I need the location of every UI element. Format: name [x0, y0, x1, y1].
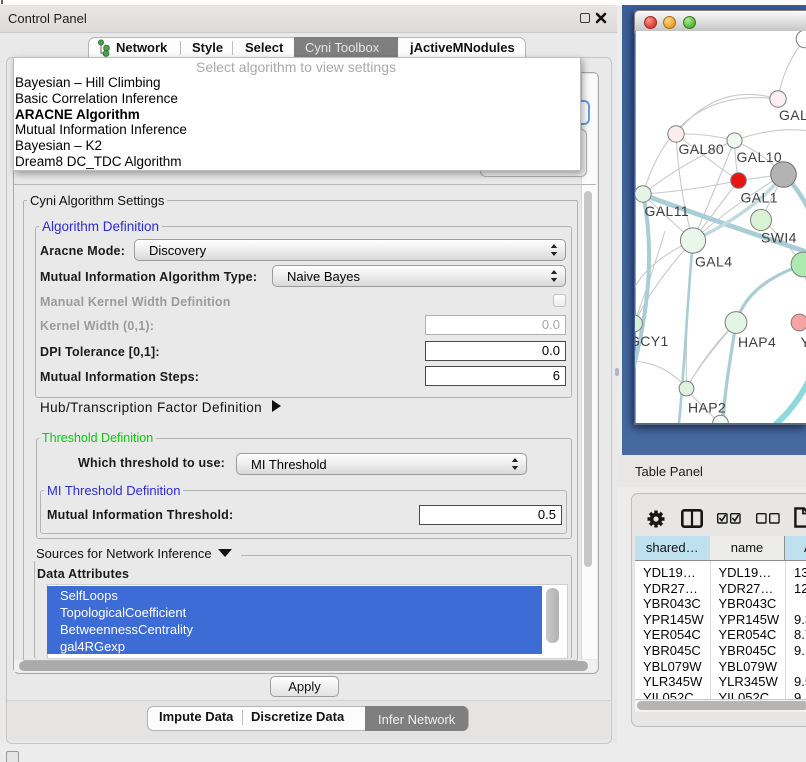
svg-text:YML051W: YML051W: [801, 334, 806, 350]
svg-text:HAP2: HAP2: [688, 400, 726, 416]
svg-text:SWI4: SWI4: [761, 230, 797, 246]
svg-text:GAL4: GAL4: [695, 254, 732, 270]
svg-text:HAP4: HAP4: [738, 334, 776, 350]
svg-text:GAL11: GAL11: [645, 203, 690, 219]
svg-text:GAL2: GAL2: [779, 107, 806, 123]
svg-text:GCY1: GCY1: [635, 333, 669, 349]
svg-text:GAL10: GAL10: [737, 149, 783, 165]
svg-text:GAL1: GAL1: [741, 190, 778, 206]
svg-text:GAL80: GAL80: [679, 141, 725, 157]
